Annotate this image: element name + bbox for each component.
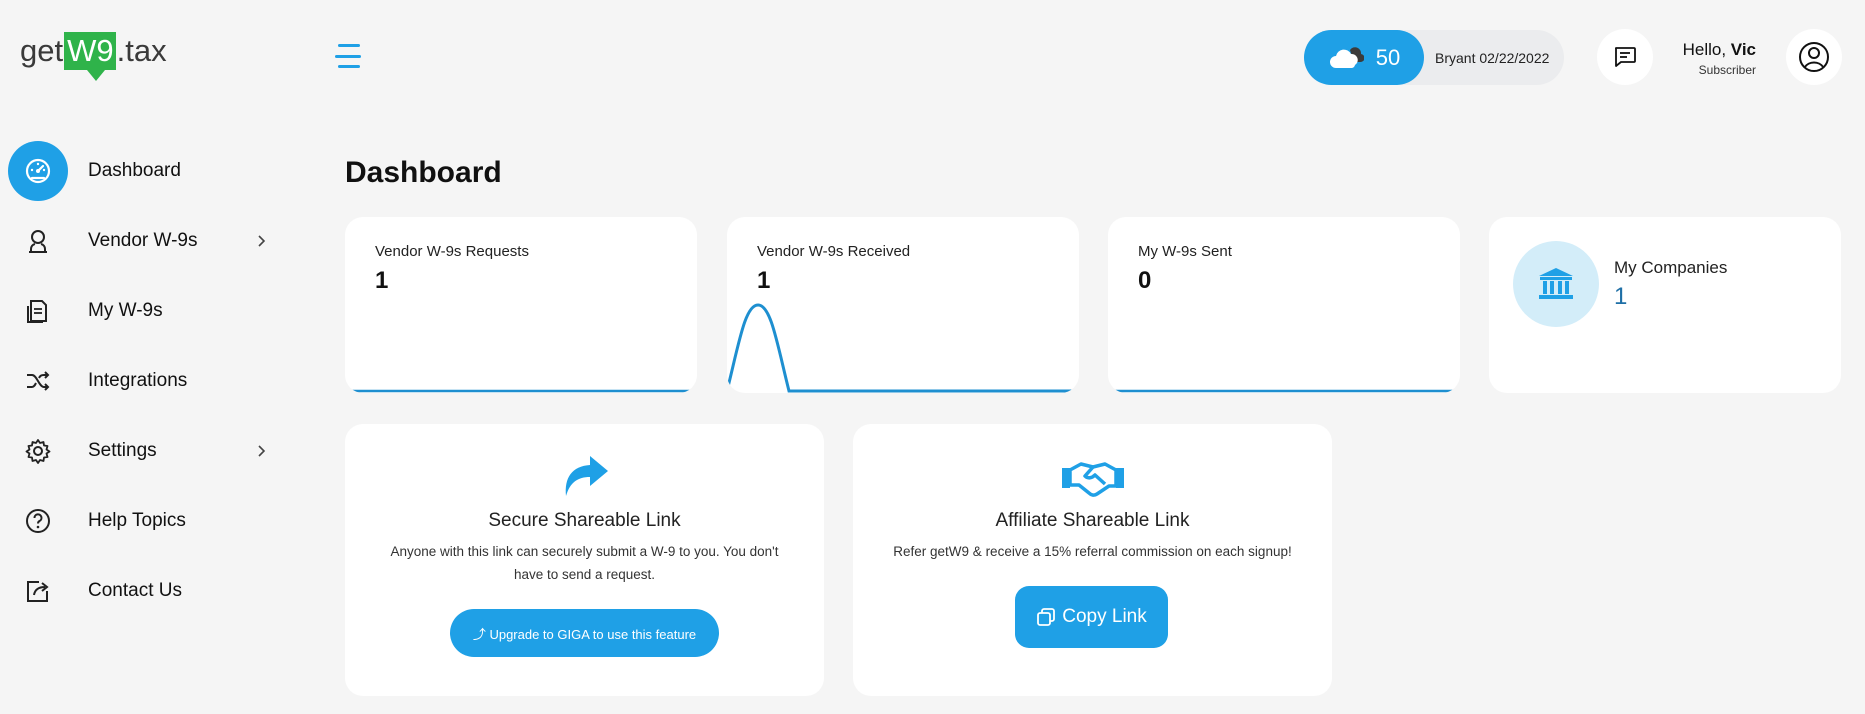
chat-icon <box>1614 47 1636 67</box>
handshake-icon <box>1061 462 1124 497</box>
logo-suffix: .tax <box>116 33 167 68</box>
stat-card-my-w9s-sent[interactable]: My W-9s Sent 0 <box>1108 217 1460 393</box>
sidebar-item-label: Dashboard <box>88 160 181 181</box>
stat-label: Vendor W-9s Received <box>757 243 911 260</box>
affiliate-link-title: Affiliate Shareable Link <box>995 510 1190 531</box>
companies-value: 1 <box>1614 283 1628 310</box>
secure-link-description: Anyone with this link can securely submi… <box>390 544 779 582</box>
upgrade-button[interactable]: ⤴ Upgrade to GIGA to use this feature <box>450 609 719 657</box>
copy-link-label: Copy Link <box>1062 606 1147 627</box>
shuffle-icon <box>8 351 68 411</box>
vendor-icon <box>8 211 68 271</box>
stat-card-vendor-received[interactable]: Vendor W-9s Received 1 <box>727 217 1079 393</box>
stat-value: 0 <box>1138 267 1152 294</box>
stat-label: Vendor W-9s Requests <box>375 243 529 260</box>
stat-label: My W-9s Sent <box>1138 243 1232 260</box>
my-companies-card[interactable]: My Companies 1 <box>1489 217 1841 393</box>
weather-location-date: Bryant 02/22/2022 <box>1435 49 1550 66</box>
page-title: Dashboard <box>345 156 502 189</box>
sidebar-item-integrations[interactable]: Integrations <box>0 346 290 416</box>
user-role: Subscriber <box>1698 63 1756 77</box>
stat-value: 1 <box>757 267 771 294</box>
messages-button[interactable] <box>1597 29 1653 85</box>
weather-temperature: 50 <box>1375 44 1401 70</box>
sparkline <box>1108 389 1460 393</box>
copy-icon <box>1037 608 1056 626</box>
chevron-right-icon <box>258 235 268 247</box>
sidebar-item-dashboard[interactable]: Dashboard <box>0 136 290 206</box>
affiliate-link-description: Refer getW9 & receive a 15% referral com… <box>893 544 1292 559</box>
affiliate-link-card: Affiliate Shareable Link Refer getW9 & r… <box>853 424 1332 696</box>
avatar-button[interactable] <box>1786 29 1842 85</box>
chevron-right-icon <box>258 445 268 457</box>
logo-highlight: W9 <box>64 32 116 81</box>
user-name: Vic <box>1730 40 1756 59</box>
dashboard-icon <box>8 141 68 201</box>
stat-value: 1 <box>375 267 389 294</box>
secure-link-title: Secure Shareable Link <box>488 510 681 531</box>
weather-widget: 50 Bryant 02/22/2022 <box>1304 30 1564 85</box>
greeting-text: Hello, <box>1682 40 1731 59</box>
secure-link-card: Secure Shareable Link Anyone with this l… <box>345 424 824 696</box>
sidebar-item-settings[interactable]: Settings <box>0 416 290 486</box>
sparkline <box>727 303 1079 393</box>
menu-toggle-icon[interactable] <box>335 44 363 68</box>
sparkline <box>345 389 697 393</box>
help-icon <box>8 491 68 551</box>
copy-link-button[interactable]: Copy Link <box>1015 586 1168 648</box>
user-avatar-icon <box>1799 42 1829 72</box>
sidebar-item-vendor-w9s[interactable]: Vendor W-9s <box>0 206 290 276</box>
user-greeting: Hello, Vic Subscriber <box>1660 40 1756 77</box>
sidebar-nav: Dashboard Vendor W-9s My W-9s Integratio… <box>0 136 290 626</box>
cloud-icon <box>1329 46 1364 68</box>
sidebar-item-help-topics[interactable]: Help Topics <box>0 486 290 556</box>
companies-label: My Companies <box>1614 258 1728 277</box>
document-icon <box>8 281 68 341</box>
sidebar-item-label: Integrations <box>88 370 188 391</box>
logo[interactable]: get W9 .tax <box>20 32 167 82</box>
sidebar-item-label: My W-9s <box>88 300 163 321</box>
sidebar-item-label: Vendor W-9s <box>88 230 198 251</box>
sidebar-item-label: Settings <box>88 440 157 461</box>
sidebar-item-my-w9s[interactable]: My W-9s <box>0 276 290 346</box>
share-arrow-icon <box>565 456 608 496</box>
contact-icon <box>8 561 68 621</box>
weather-badge: 50 <box>1304 30 1424 85</box>
logo-prefix: get <box>20 33 64 68</box>
gear-icon <box>8 421 68 481</box>
stat-card-vendor-requests[interactable]: Vendor W-9s Requests 1 <box>345 217 697 393</box>
sidebar-item-label: Help Topics <box>88 510 186 531</box>
sidebar-item-contact-us[interactable]: Contact Us <box>0 556 290 626</box>
sidebar-item-label: Contact Us <box>88 580 182 601</box>
bank-icon <box>1513 241 1599 327</box>
